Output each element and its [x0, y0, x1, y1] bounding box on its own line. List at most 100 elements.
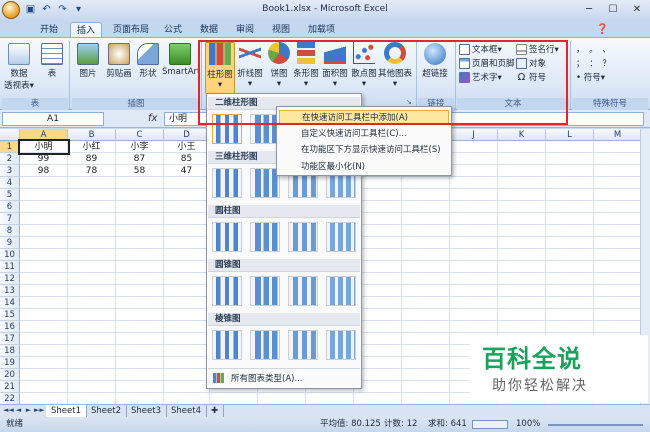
smartart-button[interactable]: SmartArt — [162, 43, 200, 77]
cell[interactable] — [164, 309, 210, 321]
cell[interactable] — [594, 201, 640, 213]
cell[interactable] — [594, 153, 640, 165]
cell[interactable] — [116, 357, 164, 369]
cell[interactable] — [164, 321, 210, 333]
sheet-tab-2[interactable]: Sheet2 — [86, 405, 127, 417]
symbol-button[interactable]: Ω 符号 — [516, 71, 546, 83]
bar-chart-button[interactable]: 条形图 ▾ — [291, 42, 321, 89]
cell[interactable] — [164, 189, 210, 201]
cell[interactable] — [498, 297, 546, 309]
column-header[interactable]: A — [20, 129, 68, 141]
cell[interactable] — [68, 393, 116, 404]
cell[interactable] — [68, 369, 116, 381]
cell[interactable] — [68, 285, 116, 297]
row-header[interactable]: 6 — [0, 201, 20, 213]
row-header[interactable]: 2 — [0, 153, 20, 165]
cell[interactable] — [594, 165, 640, 177]
show-qat-below-ribbon-item[interactable]: 在功能区下方显示快速访问工具栏(S) — [279, 143, 449, 158]
cell[interactable]: 85 — [164, 153, 210, 165]
cell[interactable] — [68, 201, 116, 213]
cell[interactable] — [594, 141, 640, 153]
cell[interactable] — [116, 273, 164, 285]
cell[interactable] — [498, 285, 546, 297]
cell[interactable] — [402, 177, 450, 189]
row-header[interactable]: 8 — [0, 225, 20, 237]
cell[interactable] — [546, 237, 594, 249]
chart-subtype-icon[interactable] — [326, 276, 356, 306]
cell[interactable] — [402, 357, 450, 369]
cell[interactable]: 98 — [20, 165, 68, 177]
tab-formulas[interactable]: 公式 — [158, 22, 188, 38]
cell[interactable] — [498, 237, 546, 249]
cell[interactable] — [498, 273, 546, 285]
cell[interactable] — [68, 345, 116, 357]
cell[interactable] — [498, 309, 546, 321]
cell[interactable] — [402, 297, 450, 309]
cell[interactable] — [164, 393, 210, 404]
insert-sheet-icon[interactable]: ✚ — [206, 405, 225, 417]
cell[interactable] — [68, 273, 116, 285]
column-header[interactable]: J — [450, 129, 498, 141]
line-chart-button[interactable]: 折线图 ▾ — [235, 42, 265, 89]
cell[interactable] — [402, 345, 450, 357]
first-sheet-icon[interactable]: ◄◄ — [3, 406, 14, 414]
cell[interactable] — [116, 189, 164, 201]
cell[interactable] — [498, 177, 546, 189]
cell[interactable] — [116, 381, 164, 393]
cell[interactable] — [450, 297, 498, 309]
cell[interactable] — [450, 273, 498, 285]
cell[interactable] — [68, 381, 116, 393]
name-box[interactable]: A1 — [2, 112, 104, 126]
cell[interactable] — [546, 273, 594, 285]
cell[interactable] — [498, 141, 546, 153]
cell[interactable] — [68, 189, 116, 201]
cell[interactable] — [498, 153, 546, 165]
cell[interactable] — [546, 297, 594, 309]
next-sheet-icon[interactable]: ► — [24, 406, 33, 414]
row-header[interactable]: 16 — [0, 321, 20, 333]
cell[interactable]: 78 — [68, 165, 116, 177]
cell[interactable] — [450, 249, 498, 261]
wordart-button[interactable]: 艺术字▾ — [459, 71, 502, 83]
column-header[interactable]: M — [594, 129, 640, 141]
cell[interactable] — [594, 309, 640, 321]
cell[interactable] — [546, 321, 594, 333]
cell[interactable] — [68, 237, 116, 249]
signature-line-button[interactable]: 签名行▾ — [516, 43, 559, 55]
cell[interactable] — [450, 237, 498, 249]
tab-data[interactable]: 数据 — [194, 22, 224, 38]
cell[interactable] — [20, 213, 68, 225]
column-header[interactable]: L — [546, 129, 594, 141]
cell[interactable] — [20, 321, 68, 333]
cell[interactable]: 小李 — [116, 141, 164, 153]
sheet-tab-3[interactable]: Sheet3 — [126, 405, 167, 417]
cell[interactable] — [20, 309, 68, 321]
cell[interactable] — [68, 297, 116, 309]
shapes-button[interactable]: 形状 — [135, 43, 161, 79]
cell[interactable] — [164, 261, 210, 273]
prev-sheet-icon[interactable]: ◄ — [14, 406, 23, 414]
chart-subtype-icon[interactable] — [250, 222, 280, 252]
cell[interactable] — [402, 321, 450, 333]
cell[interactable] — [20, 381, 68, 393]
tab-page-layout[interactable]: 页面布局 — [107, 22, 155, 38]
cell[interactable] — [164, 369, 210, 381]
cell[interactable] — [68, 333, 116, 345]
customize-quick-access-item[interactable]: 自定义快速访问工具栏(C)... — [279, 127, 449, 142]
chart-subtype-icon[interactable] — [212, 114, 242, 144]
add-to-quick-access-item[interactable]: 在快速访问工具栏中添加(A) — [279, 110, 449, 125]
chart-subtype-icon[interactable] — [288, 276, 318, 306]
row-header[interactable]: 10 — [0, 249, 20, 261]
special-symbol-button[interactable]: • 符号▾ — [576, 71, 605, 83]
cell[interactable] — [68, 357, 116, 369]
chart-subtype-icon[interactable] — [288, 222, 318, 252]
cell[interactable] — [546, 165, 594, 177]
row-header[interactable]: 21 — [0, 381, 20, 393]
cell[interactable] — [20, 177, 68, 189]
cell[interactable] — [20, 357, 68, 369]
cell[interactable] — [306, 393, 354, 404]
cell[interactable] — [116, 297, 164, 309]
row-header[interactable]: 7 — [0, 213, 20, 225]
cell[interactable] — [116, 333, 164, 345]
cell[interactable] — [164, 213, 210, 225]
